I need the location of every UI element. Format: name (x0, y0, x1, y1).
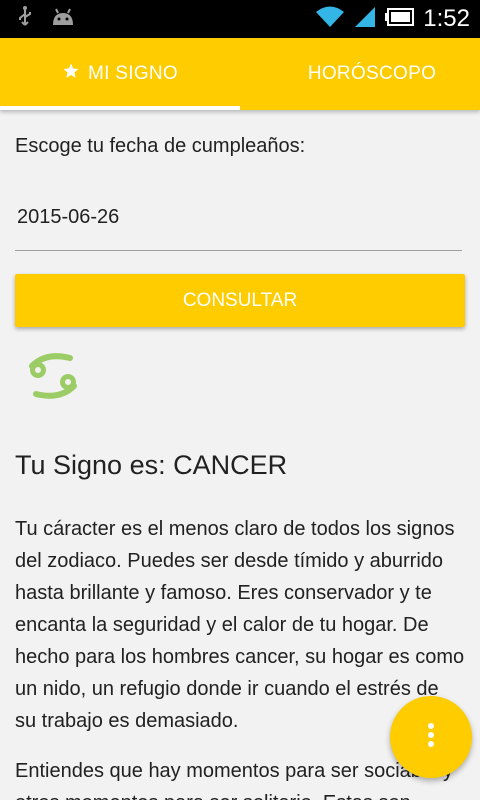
cancer-zodiac-icon (24, 350, 82, 402)
main-content[interactable]: Escoge tu fecha de cumpleaños: 2015-06-2… (0, 110, 480, 800)
star-icon (62, 62, 80, 86)
tab-mi-signo[interactable]: MI SIGNO (0, 38, 240, 110)
birthdate-field[interactable]: 2015-06-26 (15, 188, 462, 251)
more-vert-icon (426, 722, 436, 753)
tab-horoscopo[interactable]: HORÓSCOPO (240, 38, 480, 110)
more-options-fab[interactable] (390, 696, 472, 778)
consultar-button[interactable]: CONSULTAR (15, 274, 465, 327)
tab-label: MI SIGNO (87, 63, 178, 84)
status-bar: 1:52 (0, 0, 480, 38)
selected-tab-indicator (0, 106, 240, 110)
date-prompt-label: Escoge tu fecha de cumpleaños: (15, 135, 306, 157)
wifi-icon (315, 5, 345, 34)
tab-bar: MI SIGNO HORÓSCOPO (0, 38, 480, 110)
android-icon (50, 7, 76, 32)
tab-label: HORÓSCOPO (307, 63, 437, 84)
sign-result-title: Tu Signo es: CANCER (15, 450, 288, 480)
moon-icon (284, 62, 300, 86)
battery-icon (385, 7, 415, 32)
sign-description-paragraph: Tu cáracter es el menos claro de todos l… (15, 518, 465, 732)
clock-time: 1:52 (423, 5, 470, 32)
signal-icon (353, 5, 377, 34)
usb-icon (16, 6, 34, 33)
birthdate-value: 2015-06-26 (17, 206, 120, 228)
